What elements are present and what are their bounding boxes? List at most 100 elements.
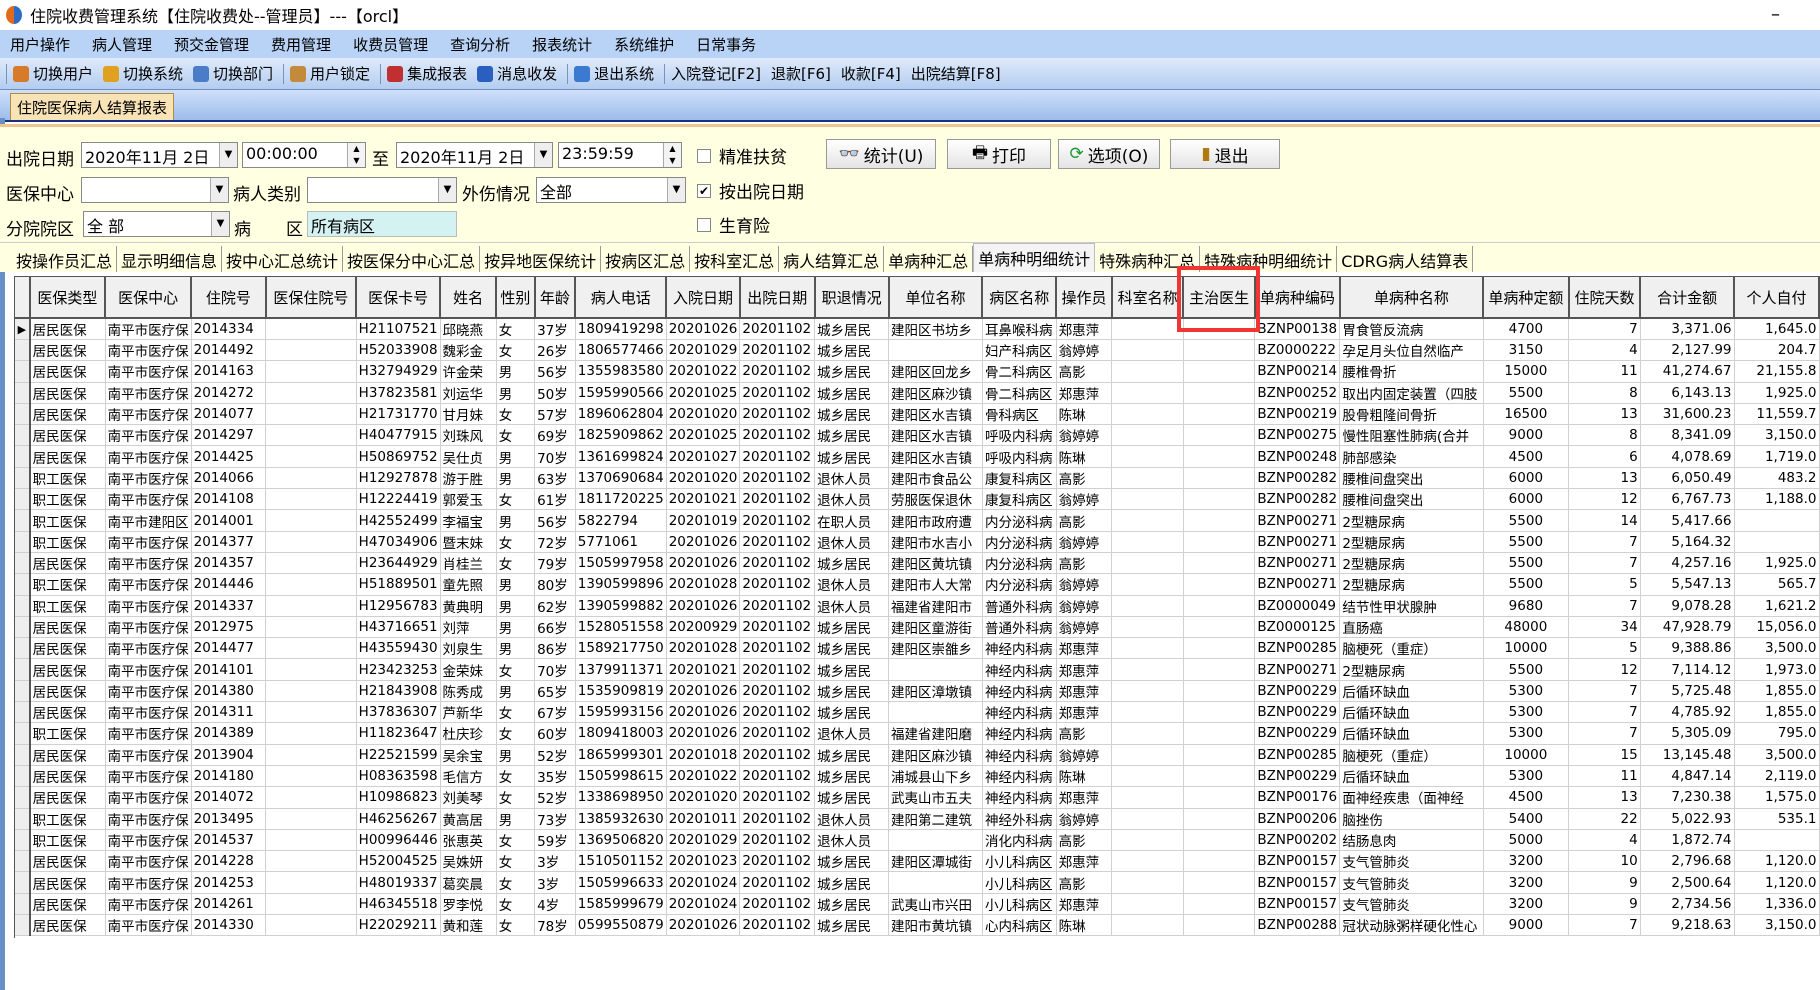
table-row[interactable]: 居民医保 南平市医疗保 2014311 H37836307 芦新华女 67岁 1595993… [15,701,1820,724]
table-cell[interactable]: 2014380 [191,680,267,703]
table-cell[interactable]: 5,305.09 [1640,722,1735,745]
row-indicator[interactable] [15,509,31,532]
table-cell[interactable]: BZNP00271 [1254,573,1341,596]
table-cell[interactable]: 城乡居民 [814,318,890,340]
table-cell[interactable]: 康复科病区 [982,467,1057,490]
column-header[interactable]: 科室名称 [1111,277,1185,319]
table-cell[interactable]: 1585999679 [575,893,667,916]
table-cell[interactable]: 男 [496,595,536,617]
table-cell[interactable]: 心内科病区 [982,914,1057,937]
table-cell[interactable]: 普通外科病 [982,595,1057,617]
table-cell[interactable]: 葛奕晨 [440,871,497,894]
table-cell[interactable]: H12224419 [356,488,441,511]
table-row[interactable]: 居民医保 南平市医疗保 2014228 H52004525 吴姝妍女 3岁 15105011… [15,850,1820,873]
table-cell[interactable] [265,808,357,830]
table-cell[interactable] [1183,850,1256,873]
table-cell[interactable]: 20201102 [739,595,816,617]
table-cell[interactable]: 南平市建阳区 [105,509,192,532]
table-cell[interactable]: 耳鼻喉科病 [982,318,1057,340]
table-cell[interactable]: 34 [1568,616,1641,639]
table-cell[interactable] [1183,871,1256,894]
table-cell[interactable] [1183,403,1256,426]
table-cell[interactable]: 57岁 [534,403,576,426]
table-cell[interactable] [1111,658,1184,681]
subtab[interactable]: 单病种明细统计 [973,243,1096,272]
table-cell[interactable] [265,531,357,553]
menu-item[interactable]: 费用管理 [271,34,331,55]
table-cell[interactable]: 5,725.48 [1640,680,1735,703]
subtab[interactable]: 按操作员汇总 [12,246,118,272]
table-cell[interactable]: 47,928.79 [1640,616,1735,639]
menu-item[interactable]: 查询分析 [450,34,510,55]
table-cell[interactable]: 南平市医疗保 [105,552,192,575]
table-cell[interactable]: 5,164.32 [1640,531,1735,553]
table-row[interactable]: 居民医保 南平市医疗保 2014330 H22029211 黄和莲女 78岁 0599550… [15,914,1820,937]
table-cell[interactable]: 金荣妹 [440,658,497,681]
table-cell[interactable]: BZNP00138 [1254,318,1341,340]
table-cell[interactable]: 居民医保 [29,382,106,404]
table-cell[interactable]: 骨二科病区 [982,382,1057,404]
table-cell[interactable]: 5300 [1483,701,1570,724]
table-cell[interactable]: 邱晓燕 [440,318,497,340]
table-cell[interactable]: 20201026 [666,552,741,575]
row-indicator[interactable] [15,382,31,404]
table-cell[interactable]: 男 [496,445,536,468]
row-indicator[interactable] [15,722,31,745]
table-cell[interactable]: 7 [1568,914,1641,937]
table-cell[interactable]: 陈秀成 [440,680,497,703]
row-indicator[interactable] [15,595,31,617]
table-cell[interactable]: 15000 [1483,360,1570,383]
table-cell[interactable]: 刘珠风 [440,424,497,447]
table-cell[interactable]: 翁婷婷 [1056,531,1113,553]
table-row[interactable]: 居民医保 南平市医疗保 2014101 H23423253 金荣妹女 70岁 1379911… [15,658,1820,681]
table-cell[interactable] [1183,382,1256,404]
table-cell[interactable]: 陈琳 [1056,914,1113,937]
table-cell[interactable]: 南平市医疗保 [105,488,192,511]
table-cell[interactable]: 2014311 [191,701,267,724]
table-cell[interactable]: 南平市医疗保 [105,765,192,788]
table-cell[interactable]: 5,547.13 [1640,573,1735,596]
table-cell[interactable]: 4,257.16 [1640,552,1735,575]
table-cell[interactable]: 建阳第二建筑 [888,808,983,830]
table-cell[interactable]: H43559430 [356,637,441,660]
table-cell[interactable]: 9,218.63 [1640,914,1735,937]
table-cell[interactable]: 1,621.2 [1734,595,1820,617]
table-cell[interactable]: 6,767.73 [1640,488,1735,511]
table-cell[interactable]: 男 [496,573,536,596]
table-cell[interactable]: 1528051558 [575,616,667,639]
table-row[interactable]: 居民医保 南平市医疗保 2012975 H43716651 刘萍男 66岁 15280515… [15,616,1820,639]
table-cell[interactable]: 2014001 [191,509,267,532]
table-cell[interactable]: 9000 [1483,424,1570,447]
table-cell[interactable]: 高影 [1056,467,1113,490]
table-cell[interactable]: 呼吸内科病 [982,424,1057,447]
minimize-button[interactable]: – [1771,4,1780,25]
table-cell[interactable]: 女 [496,893,536,916]
table-cell[interactable]: 20201102 [739,680,816,703]
table-cell[interactable]: 2014425 [191,445,267,468]
table-cell[interactable]: 1390599882 [575,595,667,617]
table-cell[interactable]: 建阳市黄坑镇 [888,914,983,937]
table-cell[interactable] [888,871,983,894]
table-cell[interactable] [265,722,357,745]
toolbar-button[interactable]: 退出系统 [574,63,654,84]
table-cell[interactable]: 20201102 [739,637,816,660]
table-cell[interactable]: H46256267 [356,808,441,830]
table-cell[interactable]: 城乡居民 [814,744,890,766]
table-cell[interactable]: 吴余宝 [440,744,497,766]
table-cell[interactable]: 4,785.92 [1640,701,1735,724]
table-cell[interactable]: 女 [496,871,536,894]
table-cell[interactable]: 1,925.0 [1734,382,1820,404]
table-cell[interactable]: 男 [496,382,536,404]
table-cell[interactable]: H51889501 [356,573,441,596]
table-cell[interactable]: 高影 [1056,871,1113,894]
table-cell[interactable] [1183,573,1256,596]
table-cell[interactable]: 21,155.8 [1734,360,1820,383]
table-cell[interactable]: 20201021 [666,658,741,681]
table-cell[interactable]: 60岁 [534,722,576,745]
table-cell[interactable]: 建阳市水吉小 [888,531,983,553]
table-cell[interactable]: 高影 [1056,360,1113,383]
stat-button[interactable]: 👓 统计(U) [826,139,936,169]
table-cell[interactable]: 职工医保 [29,509,106,532]
table-cell[interactable]: 杜庆珍 [440,722,497,745]
table-cell[interactable]: 9,388.86 [1640,637,1735,660]
